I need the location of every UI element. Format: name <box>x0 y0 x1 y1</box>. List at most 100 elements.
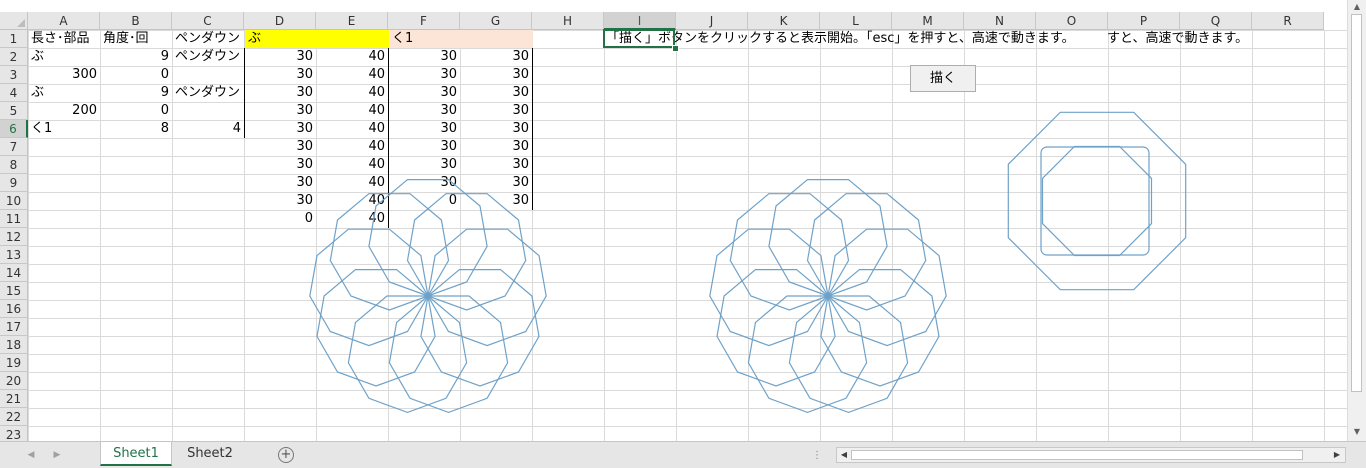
row-header-11[interactable]: 11 <box>0 210 28 228</box>
cell-e9[interactable]: 40 <box>316 174 388 192</box>
row-header-5[interactable]: 5 <box>0 102 28 120</box>
row-header-4[interactable]: 4 <box>0 84 28 102</box>
cell-e4[interactable]: 40 <box>316 84 388 102</box>
row-header-7[interactable]: 7 <box>0 138 28 156</box>
cell-g6[interactable]: 30 <box>460 120 532 138</box>
row-header-18[interactable]: 18 <box>0 336 28 354</box>
cell-f8[interactable]: 30 <box>388 156 460 174</box>
cell-a2[interactable]: ぶ <box>28 48 100 66</box>
tab-sheet2[interactable]: Sheet2 <box>174 442 246 466</box>
cell-b4[interactable]: 9 <box>100 84 172 102</box>
cell-g3[interactable]: 30 <box>460 66 532 84</box>
cell-g2[interactable]: 30 <box>460 48 532 66</box>
column-header-b[interactable]: B <box>100 12 172 30</box>
cell-e8[interactable]: 40 <box>316 156 388 174</box>
cell-b2[interactable]: 9 <box>100 48 172 66</box>
cell-a3[interactable]: 300 <box>28 66 100 84</box>
column-header-o[interactable]: O <box>1036 12 1108 30</box>
next-sheet-icon[interactable]: ▶ <box>50 448 64 462</box>
fill-handle[interactable] <box>672 45 679 52</box>
row-header-12[interactable]: 12 <box>0 228 28 246</box>
cell-g5[interactable]: 30 <box>460 102 532 120</box>
prev-sheet-icon[interactable]: ◀ <box>24 448 38 462</box>
row-header-3[interactable]: 3 <box>0 66 28 84</box>
cell-a6[interactable]: く1 <box>28 120 100 138</box>
row-header-13[interactable]: 13 <box>0 246 28 264</box>
cell-g7[interactable]: 30 <box>460 138 532 156</box>
tab-splitter-icon[interactable]: ⋮ <box>812 450 823 461</box>
vertical-scroll-thumb[interactable] <box>1351 14 1362 392</box>
column-header-m[interactable]: M <box>892 12 964 30</box>
cell-d5[interactable]: 30 <box>244 102 316 120</box>
row-header-15[interactable]: 15 <box>0 282 28 300</box>
cell-g8[interactable]: 30 <box>460 156 532 174</box>
vertical-scrollbar[interactable]: ▲ ▼ <box>1347 0 1366 441</box>
row-header-9[interactable]: 9 <box>0 174 28 192</box>
row-header-20[interactable]: 20 <box>0 372 28 390</box>
column-header-p[interactable]: P <box>1108 12 1180 30</box>
cell-d6[interactable]: 30 <box>244 120 316 138</box>
horizontal-scroll-thumb[interactable] <box>851 450 1303 460</box>
cell-c1[interactable]: ペンダウン <box>172 30 244 48</box>
row-header-23[interactable]: 23 <box>0 426 28 441</box>
column-header-e[interactable]: E <box>316 12 388 30</box>
scroll-right-icon[interactable]: ▶ <box>1331 449 1343 461</box>
column-header-r[interactable]: R <box>1252 12 1324 30</box>
cell-d8[interactable]: 30 <box>244 156 316 174</box>
cell-c6[interactable]: 4 <box>172 120 244 138</box>
cell-d2[interactable]: 30 <box>244 48 316 66</box>
row-header-2[interactable]: 2 <box>0 48 28 66</box>
cell-g10[interactable]: 30 <box>460 192 532 210</box>
cell-f6[interactable]: 30 <box>388 120 460 138</box>
cell-d11[interactable]: 0 <box>244 210 316 228</box>
cell-p1[interactable]: すと、高速で動きます。 <box>1104 30 1344 48</box>
cell-e7[interactable]: 40 <box>316 138 388 156</box>
row-header-8[interactable]: 8 <box>0 156 28 174</box>
column-header-q[interactable]: Q <box>1180 12 1252 30</box>
column-header-i[interactable]: I <box>604 12 676 30</box>
cell-e11[interactable]: 40 <box>316 210 388 228</box>
horizontal-scrollbar[interactable]: ◀ ▶ <box>836 447 1346 463</box>
cell-d7[interactable]: 30 <box>244 138 316 156</box>
cell-b6[interactable]: 8 <box>100 120 172 138</box>
cell-e3[interactable]: 40 <box>316 66 388 84</box>
cell-f1[interactable]: く1 <box>389 30 533 48</box>
column-header-d[interactable]: D <box>244 12 316 30</box>
draw-button[interactable]: 描く <box>910 65 976 92</box>
cell-c2[interactable]: ペンダウン <box>172 48 244 66</box>
row-header-21[interactable]: 21 <box>0 390 28 408</box>
cell-g9[interactable]: 30 <box>460 174 532 192</box>
worksheet-grid[interactable]: ABCDEFGHIJKLMNOPQR 1 2 3 4 5 6 7 8 9 10 11 12 13 14 15… <box>0 0 1347 441</box>
column-header-j[interactable]: J <box>676 12 748 30</box>
cell-f7[interactable]: 30 <box>388 138 460 156</box>
row-header-10[interactable]: 10 <box>0 192 28 210</box>
cell-e5[interactable]: 40 <box>316 102 388 120</box>
row-header-1[interactable]: 1 <box>0 30 28 48</box>
add-sheet-button[interactable]: + <box>278 447 294 463</box>
tab-sheet1[interactable]: Sheet1 <box>100 442 172 466</box>
cell-d4[interactable]: 30 <box>244 84 316 102</box>
cell-f3[interactable]: 30 <box>388 66 460 84</box>
cell-f2[interactable]: 30 <box>388 48 460 66</box>
cell-g4[interactable]: 30 <box>460 84 532 102</box>
column-header-g[interactable]: G <box>460 12 532 30</box>
scroll-left-icon[interactable]: ◀ <box>838 449 850 461</box>
cell-a5[interactable]: 200 <box>28 102 100 120</box>
cell-f10[interactable]: 0 <box>388 192 460 210</box>
column-header-k[interactable]: K <box>748 12 820 30</box>
row-header-6[interactable]: 6 <box>0 120 28 138</box>
cell-d10[interactable]: 30 <box>244 192 316 210</box>
cell-e6[interactable]: 40 <box>316 120 388 138</box>
column-header-c[interactable]: C <box>172 12 244 30</box>
column-header-f[interactable]: F <box>388 12 460 30</box>
select-all-corner[interactable] <box>0 12 28 30</box>
row-header-22[interactable]: 22 <box>0 408 28 426</box>
cell-b1[interactable]: 角度･回 <box>100 30 172 48</box>
cell-d9[interactable]: 30 <box>244 174 316 192</box>
cell-d1[interactable]: ぶ <box>245 30 389 48</box>
column-header-l[interactable]: L <box>820 12 892 30</box>
cell-f4[interactable]: 30 <box>388 84 460 102</box>
cell-b3[interactable]: 0 <box>100 66 172 84</box>
cell-f5[interactable]: 30 <box>388 102 460 120</box>
row-header-16[interactable]: 16 <box>0 300 28 318</box>
